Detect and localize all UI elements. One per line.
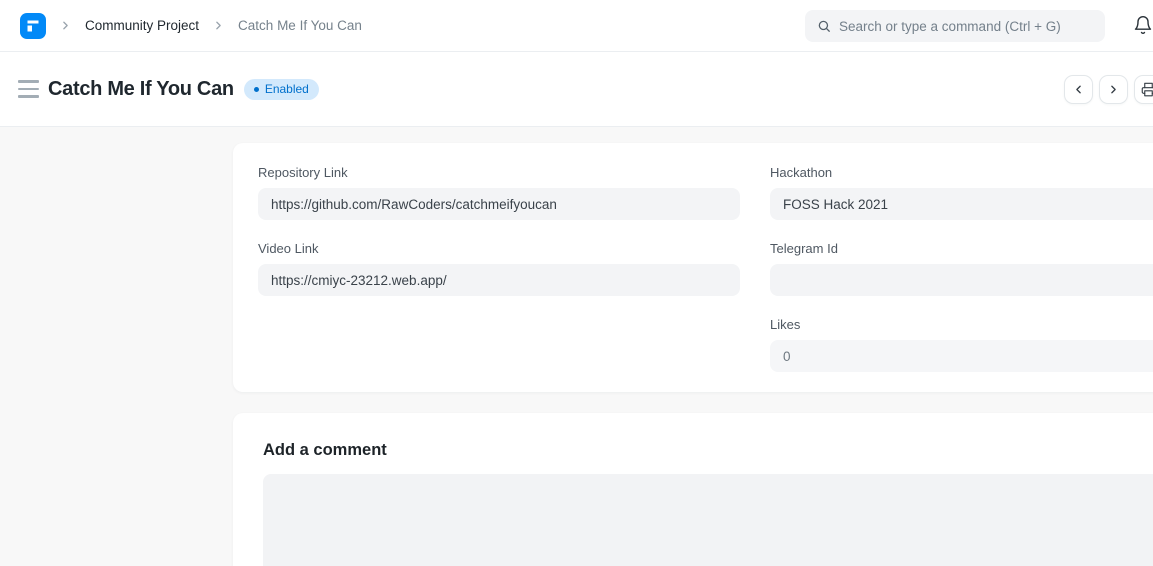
comment-input[interactable] bbox=[263, 474, 1153, 566]
search-input[interactable] bbox=[839, 19, 1093, 34]
video-link-input[interactable] bbox=[258, 264, 740, 296]
form-column-right: Hackathon Telegram Id Likes bbox=[770, 165, 1153, 370]
app-logo[interactable] bbox=[20, 13, 46, 39]
chevron-right-icon bbox=[59, 19, 72, 32]
chevron-left-icon bbox=[1072, 83, 1085, 96]
print-button[interactable] bbox=[1134, 75, 1153, 104]
app-window: Community Project Catch Me If You Can bbox=[0, 0, 1153, 566]
hackathon-input[interactable] bbox=[770, 188, 1153, 220]
menu-icon bbox=[18, 80, 39, 83]
frappe-logo-icon bbox=[25, 18, 41, 34]
page-body: Repository Link Video Link Hackathon Tel… bbox=[0, 127, 1153, 566]
field-label: Likes bbox=[770, 317, 1153, 332]
hackathon-field: Hackathon bbox=[770, 165, 1153, 220]
search-icon bbox=[817, 19, 831, 33]
status-badge: Enabled bbox=[244, 79, 319, 100]
printer-icon bbox=[1141, 82, 1153, 97]
form-column-left: Repository Link Video Link bbox=[258, 165, 740, 370]
field-label: Telegram Id bbox=[770, 241, 1153, 256]
global-search[interactable] bbox=[805, 10, 1105, 42]
breadcrumb: Community Project Catch Me If You Can bbox=[46, 18, 362, 33]
likes-field: Likes bbox=[770, 317, 1153, 372]
form-section-card: Repository Link Video Link Hackathon Tel… bbox=[233, 143, 1153, 392]
bell-icon bbox=[1133, 15, 1153, 35]
previous-document-button[interactable] bbox=[1064, 75, 1093, 104]
breadcrumb-item-catch-me-if-you-can[interactable]: Catch Me If You Can bbox=[238, 18, 362, 33]
chevron-right-icon bbox=[212, 19, 225, 32]
video-link-field: Video Link bbox=[258, 241, 740, 296]
likes-input[interactable] bbox=[770, 340, 1153, 372]
navbar: Community Project Catch Me If You Can bbox=[0, 0, 1153, 52]
field-label: Video Link bbox=[258, 241, 740, 256]
status-dot-icon bbox=[254, 87, 259, 92]
repository-link-field: Repository Link bbox=[258, 165, 740, 220]
status-badge-label: Enabled bbox=[265, 82, 309, 96]
menu-icon bbox=[18, 88, 39, 91]
telegram-id-field: Telegram Id bbox=[770, 241, 1153, 296]
comments-section-card: Add a comment bbox=[233, 413, 1153, 566]
comments-heading: Add a comment bbox=[263, 441, 1153, 460]
field-label: Hackathon bbox=[770, 165, 1153, 180]
notifications-button[interactable] bbox=[1133, 15, 1153, 37]
page-title: Catch Me If You Can bbox=[48, 78, 234, 101]
menu-icon bbox=[18, 95, 39, 98]
page-header: Catch Me If You Can Enabled bbox=[0, 52, 1153, 127]
telegram-id-input[interactable] bbox=[770, 264, 1153, 296]
next-document-button[interactable] bbox=[1099, 75, 1128, 104]
field-label: Repository Link bbox=[258, 165, 740, 180]
chevron-right-icon bbox=[1107, 83, 1120, 96]
repository-link-input[interactable] bbox=[258, 188, 740, 220]
sidebar-toggle-button[interactable] bbox=[18, 80, 40, 98]
breadcrumb-item-community-project[interactable]: Community Project bbox=[85, 18, 199, 33]
